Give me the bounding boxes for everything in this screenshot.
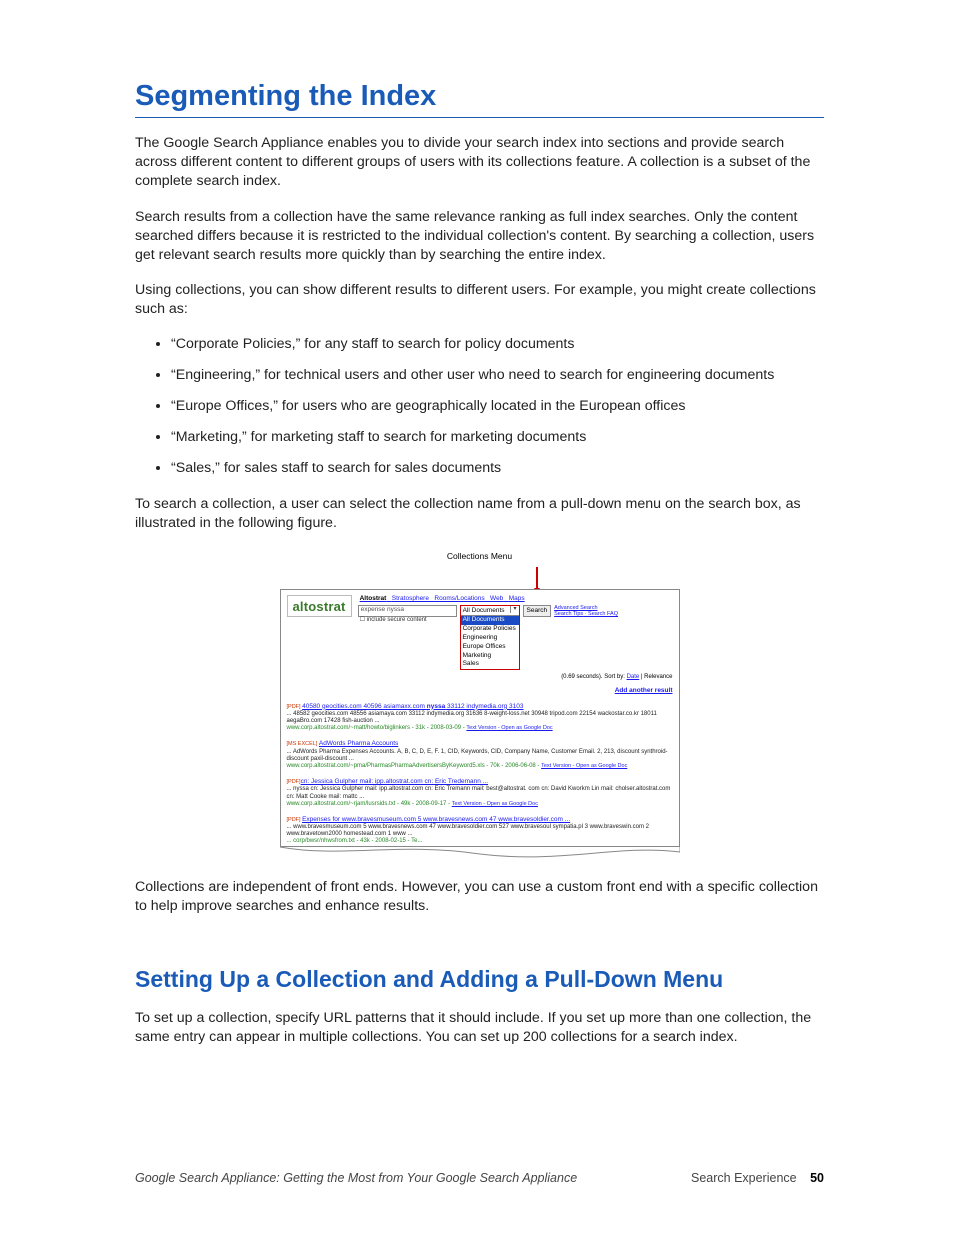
search-result: [MS EXCEL] AdWords Pharma Accounts ... A…: [287, 740, 673, 770]
bullet-item: “Marketing,” for marketing staff to sear…: [171, 428, 824, 448]
dropdown-option[interactable]: Corporate Policies: [461, 625, 519, 634]
secure-content-checkbox[interactable]: ☐ include secure content: [360, 617, 457, 624]
altostrat-logo: altostrat: [287, 595, 352, 617]
body-paragraph: The Google Search Appliance enables you …: [135, 134, 824, 192]
result-title-link[interactable]: Expenses for www.bravesmuseum.com 5 www.…: [302, 816, 570, 823]
result-title-link[interactable]: AdWords Pharma Accounts: [319, 740, 398, 747]
bullet-item: “Engineering,” for technical users and o…: [171, 366, 824, 386]
search-input[interactable]: expense nyssa: [358, 605, 457, 617]
collections-dropdown[interactable]: All Documents All Documents Corporate Po…: [460, 605, 520, 670]
results-stats: (0.69 seconds). Sort by: Date | Relevanc…: [287, 674, 673, 681]
figure-callout-label: Collections Menu: [280, 551, 680, 561]
result-aux-link[interactable]: Text Version - Open as Google Doc: [466, 725, 552, 731]
footer-page-number: 50: [810, 1171, 824, 1185]
footer-section: Search Experience: [691, 1171, 797, 1185]
bullet-item: “Europe Offices,” for users who are geog…: [171, 397, 824, 417]
body-paragraph: Search results from a collection have th…: [135, 208, 824, 266]
result-aux-link[interactable]: Text Version - Open as Google Doc: [541, 763, 627, 769]
body-paragraph: To search a collection, a user can selec…: [135, 495, 824, 533]
dropdown-selected-value[interactable]: All Documents: [461, 606, 519, 616]
add-another-result-link[interactable]: Add another result: [287, 687, 673, 695]
dropdown-option[interactable]: Engineering: [461, 633, 519, 642]
search-result: [PDF]cn: Jessica Gulpher mail: ipp.altos…: [287, 778, 673, 808]
section-heading: Setting Up a Collection and Adding a Pul…: [135, 966, 824, 993]
result-title-link[interactable]: 40580 geocities.com 40596 asiamaxx.com n…: [302, 703, 523, 710]
bullet-list: “Corporate Policies,” for any staff to s…: [135, 335, 824, 478]
search-button[interactable]: Search: [523, 605, 552, 617]
body-paragraph: Collections are independent of front end…: [135, 878, 824, 916]
figure-nav-links: Altostrat Stratosphere Rooms/Locations W…: [360, 595, 673, 603]
page-tear-icon: [280, 846, 680, 860]
result-title-link[interactable]: cn: Jessica Gulpher mail: ipp.altostrat.…: [301, 778, 489, 785]
search-result: [PDF] 40580 geocities.com 40596 asiamaxx…: [287, 703, 673, 733]
body-paragraph: Using collections, you can show differen…: [135, 281, 824, 319]
dropdown-option-selected[interactable]: All Documents: [461, 616, 519, 625]
footer-doc-title: Google Search Appliance: Getting the Mos…: [135, 1171, 577, 1185]
dropdown-option[interactable]: Europe Offices: [461, 642, 519, 651]
sort-date-link[interactable]: Date: [627, 674, 640, 680]
dropdown-option[interactable]: Marketing: [461, 651, 519, 660]
figure-collections-menu: Collections Menu altostrat Altostrat Str…: [135, 551, 824, 860]
search-result: [PDF] Expenses for www.bravesmuseum.com …: [287, 816, 673, 846]
bullet-item: “Corporate Policies,” for any staff to s…: [171, 335, 824, 355]
page-heading: Segmenting the Index: [135, 80, 824, 118]
page-footer: Google Search Appliance: Getting the Mos…: [135, 1171, 824, 1185]
bullet-item: “Sales,” for sales staff to search for s…: [171, 459, 824, 479]
callout-arrow-icon: [280, 563, 680, 589]
dropdown-option[interactable]: Sales: [461, 660, 519, 669]
result-aux-link[interactable]: Text Version - Open as Google Doc: [452, 801, 538, 807]
advanced-search-links[interactable]: Advanced Search Search Tips · Search FAQ: [554, 605, 618, 617]
body-paragraph: To set up a collection, specify URL patt…: [135, 1009, 824, 1047]
